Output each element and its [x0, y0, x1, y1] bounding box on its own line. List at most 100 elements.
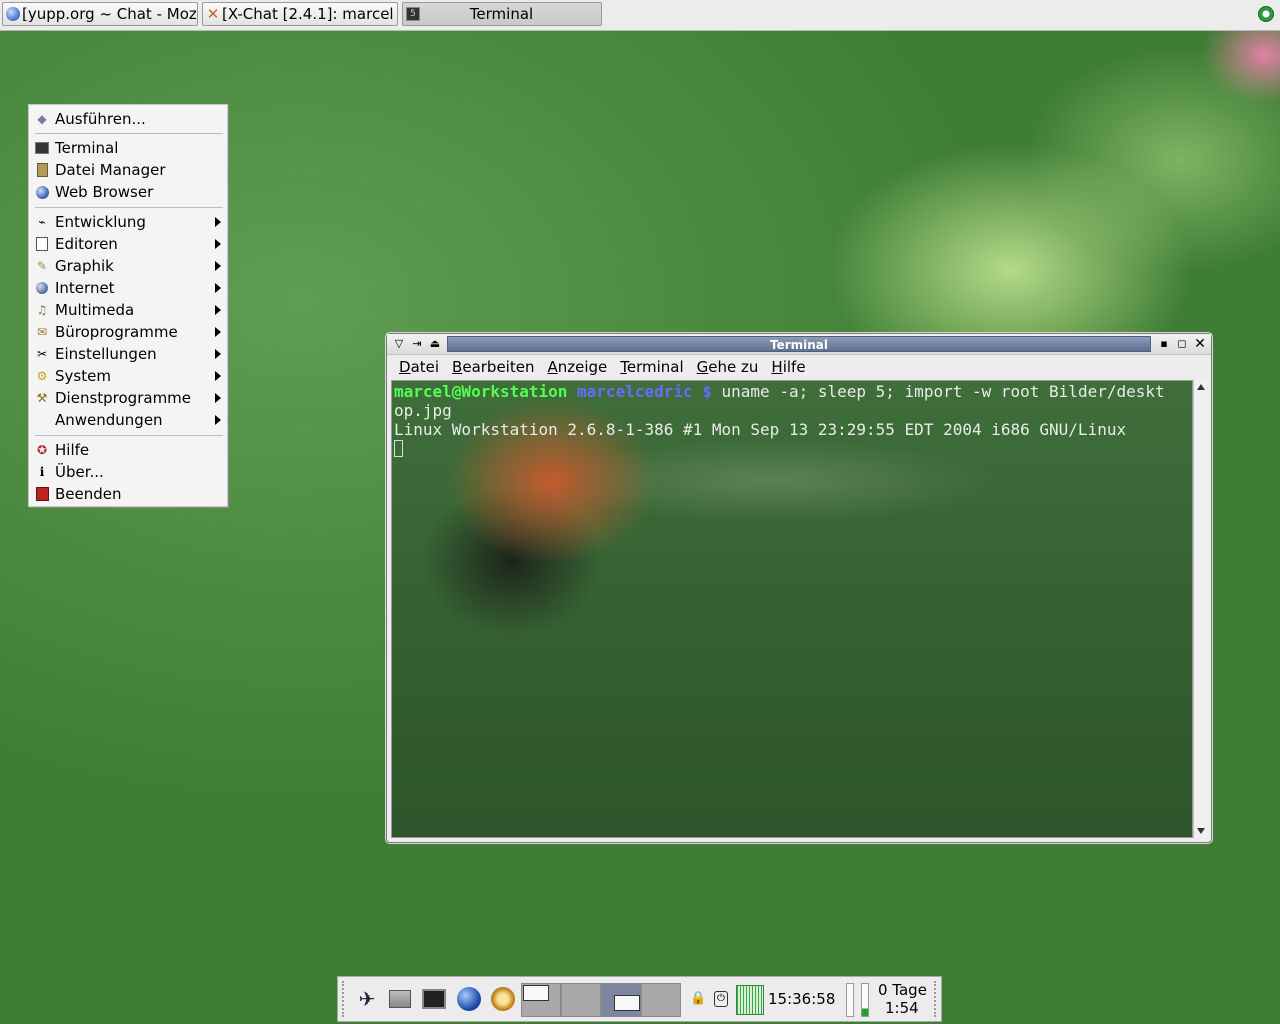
- uptime-days: 0 Tage: [878, 981, 927, 999]
- menu-item-internet[interactable]: Internet: [29, 277, 227, 299]
- text-cursor: [394, 440, 403, 457]
- menu-item-terminal[interactable]: Terminal: [29, 137, 227, 159]
- menu-item-run[interactable]: ◆ Ausführen...: [29, 108, 227, 130]
- submenu-arrow-icon: [215, 349, 221, 359]
- menu-datei[interactable]: Datei: [399, 358, 439, 376]
- window-titlebar[interactable]: ▽ ⇥ ⏏ Terminal ▪ ◻ ✕: [387, 334, 1211, 355]
- menu-gehe-zu[interactable]: Gehe zu: [697, 358, 759, 376]
- task-button-xchat[interactable]: ✕ [X-Chat [2.4.1]: marcel: [202, 2, 398, 26]
- menu-item-development[interactable]: ⌁ Entwicklung: [29, 211, 227, 233]
- close-icon[interactable]: ✕: [1193, 337, 1207, 351]
- task-label: [X-Chat [2.4.1]: marcel: [222, 5, 394, 23]
- menu-item-about[interactable]: i Über...: [29, 461, 227, 483]
- terminal-icon: 5: [406, 7, 420, 21]
- file-manager-icon[interactable]: [389, 990, 411, 1008]
- menu-item-label: Internet: [55, 279, 115, 297]
- menu-item-settings[interactable]: ✂ Einstellungen: [29, 343, 227, 365]
- menu-item-office[interactable]: ✉ Büroprogramme: [29, 321, 227, 343]
- menu-item-editors[interactable]: Editoren: [29, 233, 227, 255]
- menu-item-label: Dienstprogramme: [55, 389, 192, 407]
- prompt-dir: marcelcedric $: [577, 382, 712, 401]
- window-menu-icon[interactable]: ▽: [392, 337, 406, 351]
- lock-icon[interactable]: 🔒: [690, 991, 706, 1007]
- submenu-arrow-icon: [215, 217, 221, 227]
- menu-item-label: Hilfe: [55, 441, 90, 459]
- menu-item-label: Web Browser: [55, 183, 154, 201]
- cpu-load-graph-icon: [736, 985, 764, 1015]
- top-taskbar: [yupp.org ~ Chat - Moz ✕ [X-Chat [2.4.1]…: [0, 0, 1280, 31]
- menu-item-label: Graphik: [55, 257, 114, 275]
- panel-handle[interactable]: [342, 981, 347, 1017]
- mail-icon[interactable]: [491, 987, 515, 1011]
- menu-hilfe[interactable]: Hilfe: [771, 358, 805, 376]
- command-wrap-line: op.jpg: [394, 401, 452, 420]
- xchat-icon: ✕: [206, 5, 220, 23]
- submenu-arrow-icon: [215, 371, 221, 381]
- applications-icon: [35, 413, 49, 427]
- menu-item-graphics[interactable]: ✎ Graphik: [29, 255, 227, 277]
- menu-item-applications[interactable]: Anwendungen: [29, 409, 227, 431]
- submenu-arrow-icon: [215, 393, 221, 403]
- menu-item-quit[interactable]: Beenden: [29, 483, 227, 505]
- menu-item-system[interactable]: ⚙ System: [29, 365, 227, 387]
- workspace-1[interactable]: [521, 983, 561, 1017]
- help-icon: ✪: [36, 443, 48, 457]
- terminal-scrollbar[interactable]: [1193, 380, 1207, 838]
- submenu-arrow-icon: [215, 239, 221, 249]
- prompt-user: marcel@Workstation: [394, 382, 568, 401]
- network-status-icon[interactable]: [1258, 6, 1274, 22]
- menu-item-web-browser[interactable]: Web Browser: [29, 181, 227, 203]
- terminal-menubar: Datei Bearbeiten Anzeige Terminal Gehe z…: [387, 355, 1211, 379]
- menu-separator: [35, 133, 223, 134]
- menu-item-label: Büroprogramme: [55, 323, 178, 341]
- web-browser-icon[interactable]: [457, 987, 481, 1011]
- menu-bearbeiten[interactable]: Bearbeiten: [452, 358, 534, 376]
- menu-separator: [35, 435, 223, 436]
- graphics-icon: ✎: [36, 259, 48, 273]
- cursor-line: [394, 439, 1190, 458]
- scroll-up-icon[interactable]: [1197, 384, 1205, 390]
- menu-item-help[interactable]: ✪ Hilfe: [29, 439, 227, 461]
- menu-item-label: Anwendungen: [55, 411, 163, 429]
- info-icon: i: [39, 465, 45, 479]
- workspace-3[interactable]: [601, 983, 641, 1017]
- submenu-arrow-icon: [215, 261, 221, 271]
- workspace-4[interactable]: [641, 983, 681, 1017]
- menu-anzeige[interactable]: Anzeige: [547, 358, 607, 376]
- shade-icon[interactable]: ⇥: [410, 337, 424, 351]
- system-icon: ⚙: [36, 369, 48, 383]
- workspace-2[interactable]: [561, 983, 601, 1017]
- menu-item-label: Terminal: [55, 139, 119, 157]
- run-icon: ◆: [37, 112, 47, 126]
- scroll-down-icon[interactable]: [1197, 828, 1205, 834]
- terminal-icon[interactable]: [422, 989, 446, 1009]
- menu-item-multimedia[interactable]: ♫ Multimeda: [29, 299, 227, 321]
- power-icon[interactable]: ⏻: [714, 991, 728, 1007]
- menu-terminal[interactable]: Terminal: [620, 358, 683, 376]
- eject-icon[interactable]: ⏏: [428, 337, 442, 351]
- menu-item-label: Datei Manager: [55, 161, 166, 179]
- menu-item-file-manager[interactable]: Datei Manager: [29, 159, 227, 181]
- uptime-time: 1:54: [885, 999, 919, 1017]
- minimize-icon[interactable]: ▪: [1157, 337, 1171, 351]
- settings-icon: ✂: [36, 347, 48, 361]
- menu-item-label: Einstellungen: [55, 345, 157, 363]
- task-button-mozilla[interactable]: [yupp.org ~ Chat - Moz: [2, 2, 198, 26]
- internet-icon: [35, 281, 49, 295]
- maximize-icon[interactable]: ◻: [1175, 337, 1189, 351]
- clock[interactable]: 15:36:58: [768, 990, 835, 1008]
- file-manager-icon: [35, 163, 49, 177]
- xfce-mouse-icon[interactable]: ✈: [355, 987, 379, 1011]
- command-line: marcel@Workstation marcelcedric $ uname …: [394, 382, 1190, 401]
- menu-item-label: Über...: [55, 463, 104, 481]
- menu-item-label: System: [55, 367, 111, 385]
- terminal-window: ▽ ⇥ ⏏ Terminal ▪ ◻ ✕ Datei Bearbeiten An…: [386, 333, 1212, 843]
- multimedia-icon: ♫: [36, 303, 48, 317]
- utilities-icon: ⚒: [36, 391, 48, 405]
- pager-window: [614, 995, 640, 1011]
- terminal-output[interactable]: marcel@Workstation marcelcedric $ uname …: [391, 380, 1193, 838]
- menu-item-utilities[interactable]: ⚒ Dienstprogramme: [29, 387, 227, 409]
- task-button-terminal[interactable]: 5 Terminal: [402, 2, 602, 26]
- web-browser-icon: [35, 185, 49, 199]
- panel-handle[interactable]: [934, 981, 939, 1017]
